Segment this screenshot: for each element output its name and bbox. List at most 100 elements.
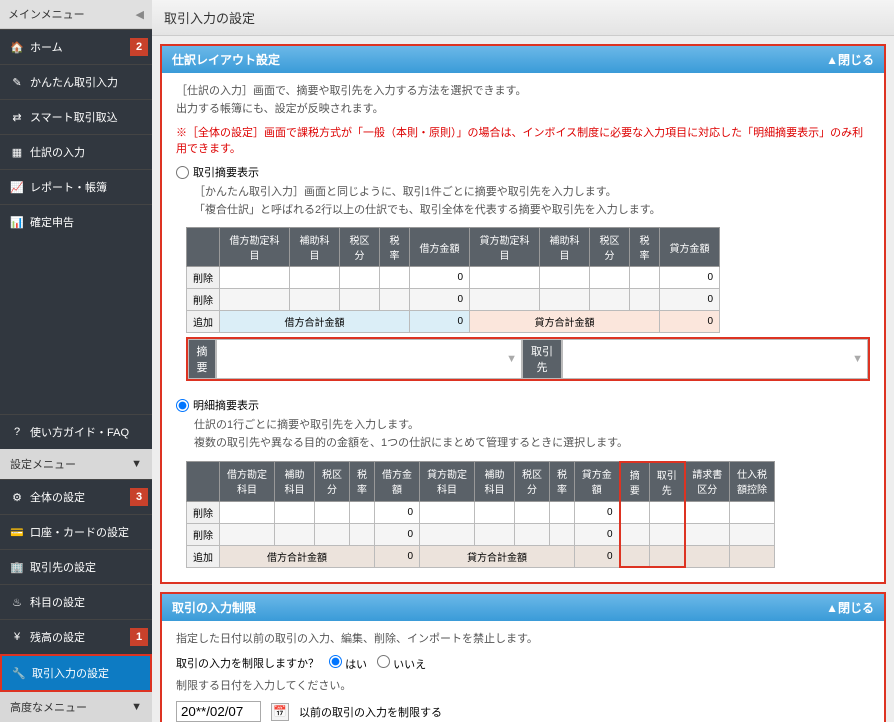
col-highlight: 取引先	[650, 462, 685, 502]
nav-smart-import[interactable]: ⇄ スマート取引取込	[0, 99, 152, 134]
chevron-down-icon: ▼	[131, 458, 142, 470]
nav-reports[interactable]: 📈 レポート・帳簿	[0, 169, 152, 204]
badge: 1	[130, 628, 148, 646]
col: 借方勘定科目	[220, 228, 290, 267]
nav-label: 全体の設定	[30, 489, 85, 505]
date-label: 制限する日付を入力してください。	[176, 678, 870, 696]
option-desc: ［かんたん取引入力］画面と同じように、取引1件ごとに摘要や取引先を入力します。	[194, 184, 870, 202]
wrench-icon: 🔧	[12, 666, 26, 680]
calendar-icon[interactable]: 📅	[271, 703, 289, 721]
option-transaction-summary[interactable]: 取引摘要表示	[176, 164, 870, 180]
nav-account-item-settings[interactable]: ♨ 科目の設定	[0, 584, 152, 619]
radio-no[interactable]: いいえ	[377, 655, 426, 672]
sidebar-title: メインメニュー	[8, 6, 85, 22]
partner-input[interactable]: ▼	[562, 339, 868, 379]
partner-label: 取引先	[522, 339, 562, 379]
option-detail-summary[interactable]: 明細摘要表示	[176, 397, 870, 413]
col: 仕入税額控除	[730, 462, 775, 502]
col: 税区分	[340, 228, 380, 267]
val: 0	[575, 545, 620, 567]
panel-close[interactable]: ▲閉じる	[826, 51, 874, 68]
question-label: 取引の入力を制限しますか？	[176, 655, 319, 671]
row-del[interactable]: 削除	[187, 501, 220, 523]
nav-label: 使い方ガイド・FAQ	[30, 424, 129, 440]
col: 貸方金額	[660, 228, 720, 267]
row-del[interactable]: 削除	[187, 289, 220, 311]
nav-label: スマート取引取込	[30, 109, 118, 125]
panel-header[interactable]: 取引の入力制限 ▲閉じる	[162, 594, 884, 621]
row-add[interactable]: 追加	[187, 545, 220, 567]
nav-label: 取引先の設定	[30, 559, 96, 575]
gear-icon: ⚙	[10, 490, 24, 504]
date-input[interactable]	[176, 701, 261, 722]
summary-row-highlight: 摘要 ▼ 取引先 ▼	[186, 337, 870, 381]
col: 請求書区分	[685, 462, 730, 502]
date-suffix: 以前の取引の入力を制限する	[299, 704, 442, 720]
nav-tax-return[interactable]: 📊 確定申告	[0, 204, 152, 239]
nav-balance-settings[interactable]: ¥ 残高の設定 1	[0, 619, 152, 654]
home-icon: 🏠	[10, 40, 24, 54]
nav-easy-entry[interactable]: ✎ かんたん取引入力	[0, 64, 152, 99]
pencil-icon: ✎	[10, 75, 24, 89]
nav-label: レポート・帳簿	[30, 179, 107, 195]
settings-section-header[interactable]: 設定メニュー ▼	[0, 449, 152, 479]
panel-title: 取引の入力制限	[172, 599, 256, 616]
summary-label: 摘要	[188, 339, 216, 379]
building-icon: 🏢	[10, 560, 24, 574]
nav-label: 口座・カードの設定	[30, 524, 129, 540]
import-icon: ⇄	[10, 110, 24, 124]
col: 税率	[550, 462, 575, 502]
radio-yes[interactable]: はい	[329, 655, 367, 672]
row-del[interactable]: 削除	[187, 523, 220, 545]
nav-account-settings[interactable]: 💳 口座・カードの設定	[0, 514, 152, 549]
col: 税区分	[590, 228, 630, 267]
col: 税率	[380, 228, 410, 267]
nav-label: かんたん取引入力	[30, 74, 118, 90]
dropdown-icon[interactable]: ▼	[852, 353, 863, 365]
option-desc: 複数の取引先や異なる目的の金額を、1つの仕訳にまとめて管理するときに選択します。	[194, 435, 870, 453]
section-label: 設定メニュー	[10, 456, 76, 472]
sidebar-header: メインメニュー ◀	[0, 0, 152, 29]
nav-global-settings[interactable]: ⚙ 全体の設定 3	[0, 479, 152, 514]
sum-debit: 借方合計金額	[220, 311, 410, 333]
option-label: 取引摘要表示	[193, 164, 259, 180]
nav-entry-settings[interactable]: 🔧 取引入力の設定	[0, 654, 152, 692]
nav-journal-entry[interactable]: ▦ 仕訳の入力	[0, 134, 152, 169]
summary-input[interactable]: ▼	[216, 339, 522, 379]
val: 0	[375, 501, 420, 523]
nav-label: 仕訳の入力	[30, 144, 85, 160]
advanced-section-header[interactable]: 高度なメニュー ▼	[0, 692, 152, 722]
sum-credit: 貸方合計金額	[470, 311, 660, 333]
col: 補助科目	[475, 462, 515, 502]
collapse-icon[interactable]: ◀	[136, 8, 144, 21]
radio-detail[interactable]	[176, 399, 189, 412]
col: 税区分	[515, 462, 550, 502]
col: 貸方金額	[575, 462, 620, 502]
col: 貸方勘定科目	[420, 462, 475, 502]
layout-table-2: 借方勘定科目 補助科目 税区分 税率 借方金額 貸方勘定科目 補助科目 税区分 …	[186, 461, 775, 569]
col: 貸方勘定科目	[470, 228, 540, 267]
panel-header[interactable]: 仕訳レイアウト設定 ▲閉じる	[162, 46, 884, 73]
main: 取引入力の設定 仕訳レイアウト設定 ▲閉じる ［仕訳の入力］画面で、摘要や取引先…	[152, 0, 894, 722]
radio-transaction[interactable]	[176, 166, 189, 179]
nav-home[interactable]: 🏠 ホーム 2	[0, 29, 152, 64]
section-label: 高度なメニュー	[10, 699, 87, 715]
nav-partner-settings[interactable]: 🏢 取引先の設定	[0, 549, 152, 584]
nav-help[interactable]: ? 使い方ガイド・FAQ	[0, 414, 152, 449]
dropdown-icon[interactable]: ▼	[506, 353, 517, 365]
nav-label: 確定申告	[30, 214, 74, 230]
option-label: 明細摘要表示	[193, 397, 259, 413]
warning-text: ※［全体の設定］画面で課税方式が「一般（本則・原則）」の場合は、インボイス制度に…	[176, 124, 870, 156]
help-icon: ?	[10, 425, 24, 439]
list-icon: ▦	[10, 145, 24, 159]
sidebar: メインメニュー ◀ 🏠 ホーム 2 ✎ かんたん取引入力 ⇄ スマート取引取込 …	[0, 0, 152, 722]
date-row: 📅 以前の取引の入力を制限する	[176, 701, 870, 722]
option-desc: 仕訳の1行ごとに摘要や取引先を入力します。	[194, 417, 870, 435]
col: 借方金額	[410, 228, 470, 267]
val: 0	[375, 523, 420, 545]
panel-close[interactable]: ▲閉じる	[826, 599, 874, 616]
row-add[interactable]: 追加	[187, 311, 220, 333]
val: 0	[660, 289, 720, 311]
restriction-panel: 取引の入力制限 ▲閉じる 指定した日付以前の取引の入力、編集、削除、インポートを…	[160, 592, 886, 722]
row-del[interactable]: 削除	[187, 267, 220, 289]
